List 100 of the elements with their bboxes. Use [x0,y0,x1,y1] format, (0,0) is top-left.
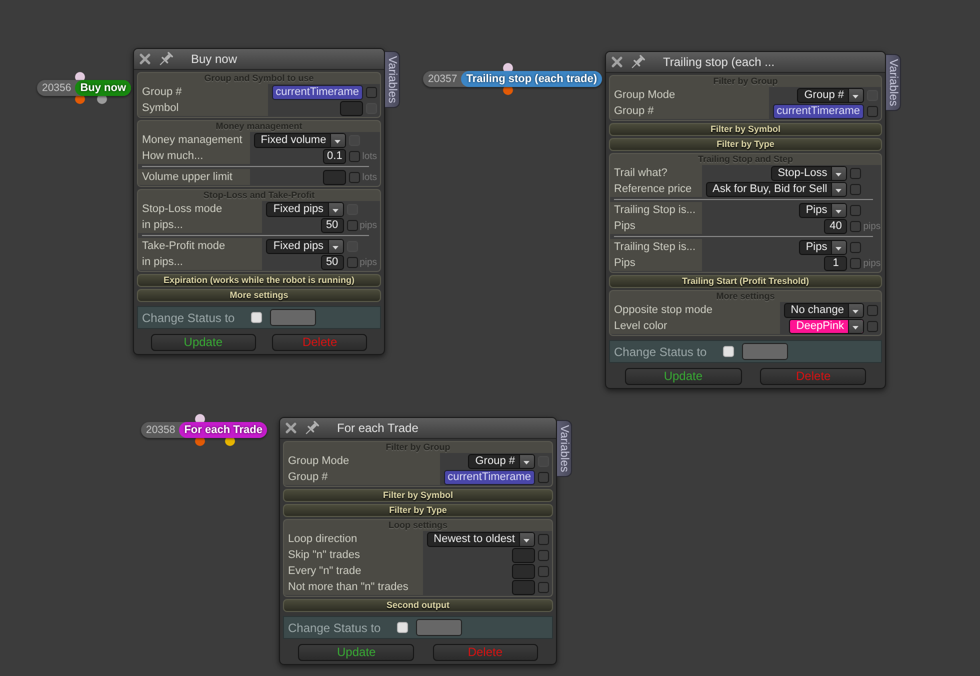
node-label[interactable]: For each Trade [179,422,268,438]
node-label[interactable]: Buy now [75,80,132,96]
status-checkbox[interactable] [250,312,262,323]
dropdown[interactable]: Stop-Loss [770,166,848,180]
checkbox[interactable] [538,472,549,482]
input-field[interactable]: 50 [320,254,344,270]
caret-icon[interactable] [831,166,846,180]
status-label: Change Status to [288,620,381,634]
dropdown[interactable]: DeepPink [789,318,864,334]
window-title: For each Trade [337,421,418,435]
section-header[interactable]: Filter by Symbol [609,123,882,136]
input-field[interactable]: 40 [824,218,848,234]
setting-label: Reference price [610,181,702,197]
setting-label: Symbol [138,100,268,116]
checkbox[interactable] [366,86,377,98]
caret-icon[interactable] [328,240,343,252]
node-body[interactable]: 20357 Trailing stop (each trade) [423,71,602,87]
setting-label: Pips [610,218,702,234]
input-field[interactable] [323,170,346,184]
caret-icon[interactable] [848,304,863,316]
node-body[interactable]: 20356 Buy now [37,80,132,96]
setting-label: Every "n" trade [284,563,423,579]
variable-field[interactable]: currentTimerame [444,470,535,484]
checkbox[interactable] [850,258,862,268]
status-checkbox[interactable] [722,346,734,357]
caret-icon[interactable] [831,182,846,196]
checkbox[interactable] [538,566,549,576]
variable-field[interactable]: currentTimerame [272,84,363,100]
section-header[interactable]: Filter by Type [609,138,882,151]
checkbox[interactable] [346,220,358,230]
checkbox[interactable] [850,204,862,216]
variable-field[interactable]: currentTimerame [772,104,864,118]
status-field[interactable] [416,619,462,636]
dropdown[interactable]: Newest to oldest [426,532,535,546]
setting-label: Trail what? [610,165,702,181]
close-icon[interactable] [611,56,623,68]
unit-label: pips [358,256,377,268]
close-icon[interactable] [285,422,297,434]
checkbox[interactable] [867,320,878,332]
caret-icon[interactable] [848,88,863,102]
status-field[interactable] [742,343,788,360]
input-field[interactable]: 50 [320,218,344,232]
node-body[interactable]: 20358 For each Trade [141,422,268,438]
section-header[interactable]: Expiration (works while the robot is running) [137,274,381,287]
unit-label: lots [361,150,377,162]
input-field[interactable]: 1 [824,256,848,270]
caret-icon[interactable] [330,134,346,146]
checkbox[interactable] [867,304,878,316]
close-icon[interactable] [139,53,151,65]
caret-icon[interactable] [328,202,343,216]
status-field[interactable] [270,309,316,326]
node-label[interactable]: Trailing stop (each trade) [461,71,602,87]
checkbox[interactable] [538,582,549,592]
variables-tab[interactable]: Variables [886,54,901,112]
dropdown[interactable]: Ask for Buy, Bid for Sell [706,182,848,196]
checkbox[interactable] [867,106,878,116]
checkbox[interactable] [850,242,862,252]
checkbox[interactable] [346,256,358,268]
variables-tab[interactable]: Variables [557,420,572,478]
dropdown[interactable]: Fixed pips [266,238,344,254]
caret-icon[interactable] [831,240,846,254]
dropdown[interactable]: Pips [798,240,848,254]
caret-icon[interactable] [848,320,863,332]
dropdown[interactable]: No change [784,302,864,318]
section-header[interactable]: Filter by Symbol [283,489,553,502]
caret-icon[interactable] [519,454,534,468]
section-header[interactable]: Second output [283,599,553,612]
input-field[interactable] [512,564,535,578]
update-button[interactable]: Update [624,368,742,385]
dropdown[interactable]: Group # [468,454,535,468]
setting-label: Group # [610,103,769,119]
dropdown[interactable]: Pips [798,202,848,218]
section-header[interactable]: Trailing Start (Profit Treshold) [609,275,882,288]
setting-label: Trailing Step is... [610,239,702,255]
update-button[interactable]: Update [298,644,414,661]
input-field[interactable]: 0.1 [323,148,346,164]
update-button[interactable]: Update [150,334,256,351]
checkbox[interactable] [850,184,862,194]
dropdown[interactable]: Group # [797,88,864,102]
checkbox[interactable] [349,172,360,182]
setting-label: Volume upper limit [138,169,250,185]
checkbox[interactable] [538,534,549,544]
section-header[interactable]: More settings [137,289,381,302]
checkbox[interactable] [349,150,360,162]
unit-label: lots [361,172,377,182]
input-field[interactable] [512,580,535,594]
input-field[interactable] [340,100,363,116]
status-checkbox[interactable] [396,622,408,633]
dropdown[interactable]: Fixed pips [266,202,344,216]
checkbox[interactable] [850,168,862,178]
variables-tab[interactable]: Variables [385,51,400,108]
checkbox[interactable] [850,220,862,232]
setting-label: Loop direction [284,531,423,547]
caret-icon[interactable] [831,204,846,216]
setting-label: Trailing Stop is... [610,202,702,218]
dropdown[interactable]: Fixed volume [254,132,346,148]
section-header[interactable]: Filter by Type [283,504,553,517]
caret-icon[interactable] [519,532,534,546]
input-field[interactable] [512,548,535,562]
checkbox[interactable] [538,550,549,560]
